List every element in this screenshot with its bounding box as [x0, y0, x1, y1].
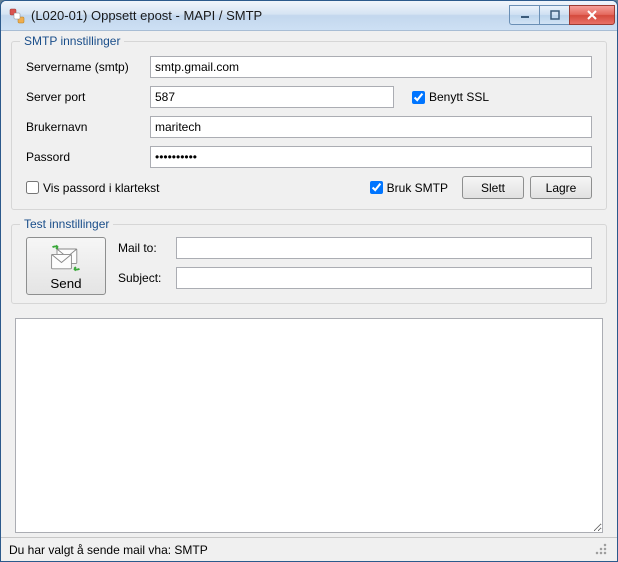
password-input[interactable]	[150, 146, 592, 168]
show-plaintext-input[interactable]	[26, 181, 39, 194]
use-smtp-checkbox[interactable]: Bruk SMTP	[370, 181, 448, 195]
titlebar[interactable]: (L020-01) Oppsett epost - MAPI / SMTP	[1, 1, 617, 31]
app-icon	[9, 8, 25, 24]
serverport-input[interactable]	[150, 86, 394, 108]
mailto-row: Mail to:	[118, 237, 592, 259]
servername-row: Servername (smtp)	[26, 56, 592, 78]
serverport-row: Server port Benytt SSL	[26, 86, 592, 108]
servername-input[interactable]	[150, 56, 592, 78]
minimize-button[interactable]	[509, 5, 539, 25]
statusbar: Du har valgt å sende mail vha: SMTP	[1, 537, 617, 561]
smtp-settings-group: SMTP innstillinger Servername (smtp) Ser…	[11, 41, 607, 210]
message-textarea[interactable]	[15, 318, 603, 533]
use-ssl-input[interactable]	[412, 91, 425, 104]
options-row: Vis passord i klartekst Bruk SMTP Slett …	[26, 176, 592, 199]
send-button[interactable]: Send	[26, 237, 106, 295]
username-row: Brukernavn	[26, 116, 592, 138]
mail-send-icon	[48, 242, 84, 274]
window-title: (L020-01) Oppsett epost - MAPI / SMTP	[31, 8, 509, 23]
send-button-label: Send	[50, 276, 81, 291]
maximize-button[interactable]	[539, 5, 569, 25]
resize-grip-icon[interactable]	[595, 543, 609, 557]
test-settings-group: Test innstillinger	[11, 224, 607, 304]
use-ssl-label: Benytt SSL	[429, 90, 489, 104]
show-plaintext-label: Vis passord i klartekst	[43, 181, 160, 195]
mailto-input[interactable]	[176, 237, 592, 259]
username-input[interactable]	[150, 116, 592, 138]
password-row: Passord	[26, 146, 592, 168]
use-ssl-checkbox[interactable]: Benytt SSL	[412, 90, 489, 104]
username-label: Brukernavn	[26, 120, 150, 134]
mailto-label: Mail to:	[118, 241, 176, 255]
use-smtp-input[interactable]	[370, 181, 383, 194]
subject-row: Subject:	[118, 267, 592, 289]
servername-label: Servername (smtp)	[26, 60, 150, 74]
delete-button[interactable]: Slett	[462, 176, 524, 199]
window-frame: (L020-01) Oppsett epost - MAPI / SMTP SM…	[0, 0, 618, 562]
window-controls	[509, 5, 615, 27]
smtp-legend: SMTP innstillinger	[20, 34, 124, 48]
test-legend: Test innstillinger	[20, 217, 113, 231]
password-label: Passord	[26, 150, 150, 164]
subject-label: Subject:	[118, 271, 176, 285]
show-plaintext-checkbox[interactable]: Vis passord i klartekst	[26, 181, 160, 195]
close-button[interactable]	[569, 5, 615, 25]
test-fields: Mail to: Subject:	[118, 237, 592, 297]
serverport-label: Server port	[26, 90, 150, 104]
status-text: Du har valgt å sende mail vha: SMTP	[9, 543, 208, 557]
save-button[interactable]: Lagre	[530, 176, 592, 199]
subject-input[interactable]	[176, 267, 592, 289]
client-area: SMTP innstillinger Servername (smtp) Ser…	[1, 31, 617, 537]
use-smtp-label: Bruk SMTP	[387, 181, 448, 195]
